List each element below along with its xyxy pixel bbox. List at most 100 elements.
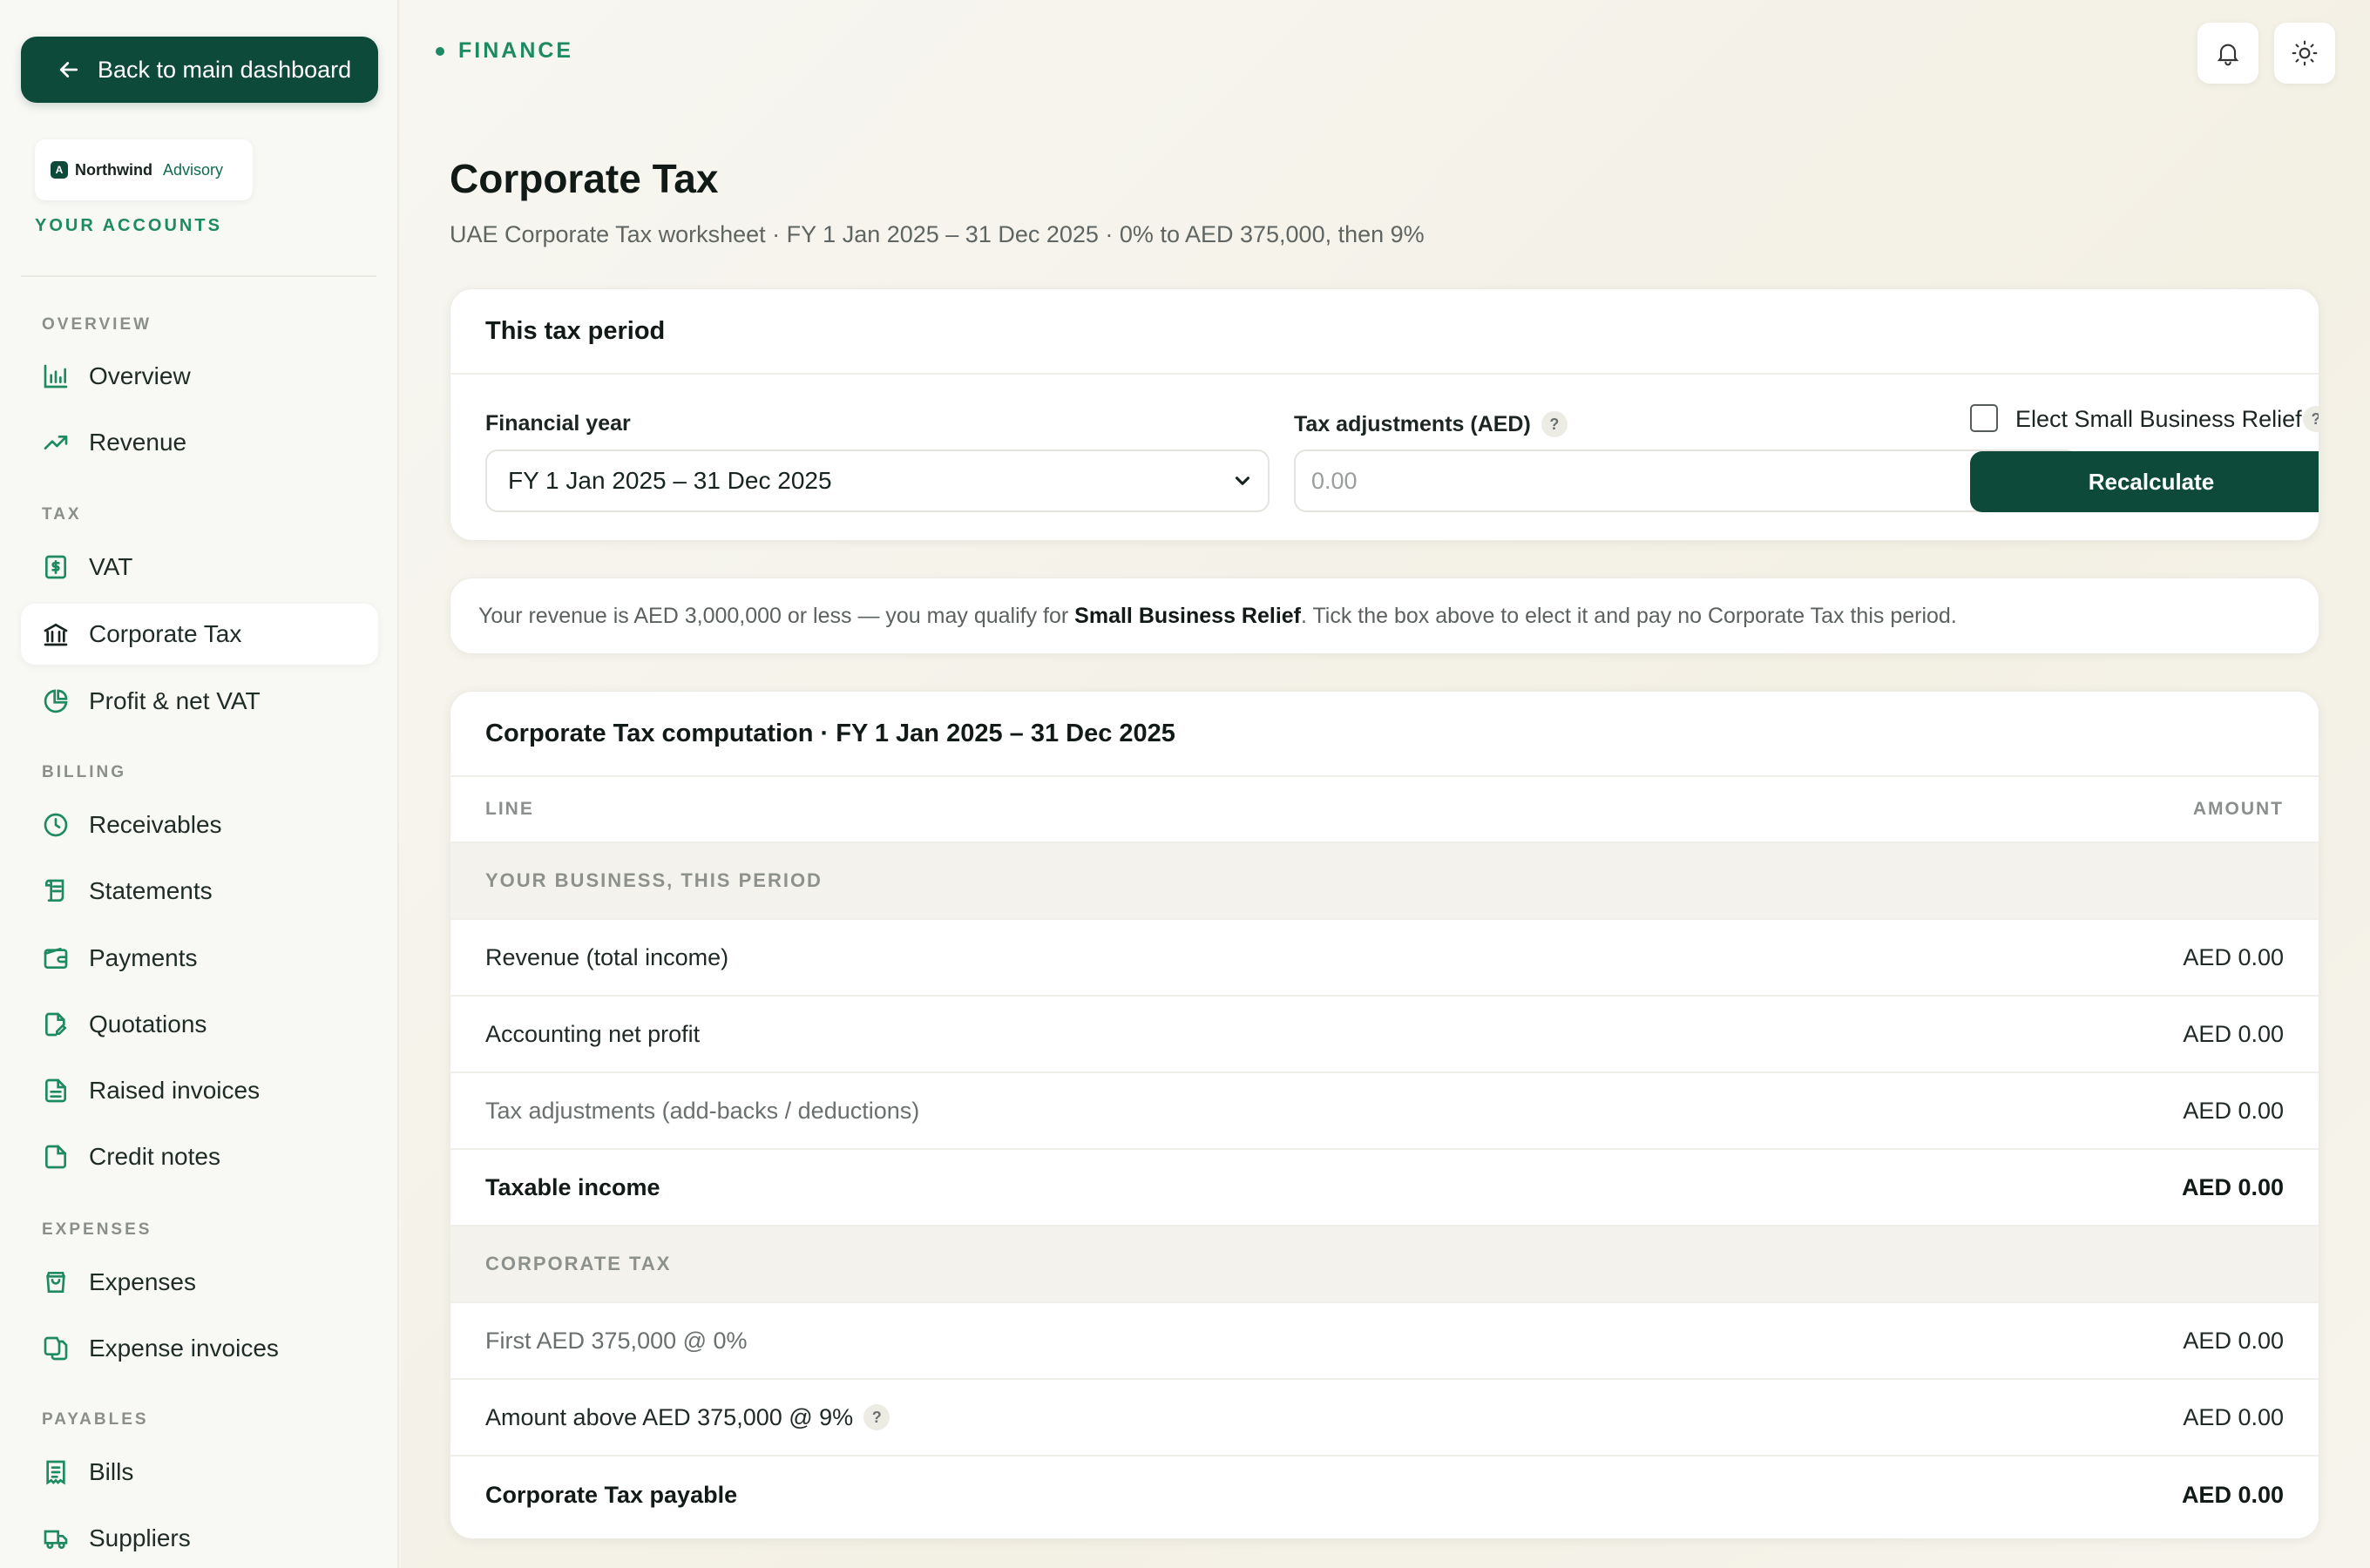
computation-card: Corporate Tax computation · FY 1 Jan 202… <box>450 691 2319 1539</box>
breadcrumb: FINANCE <box>436 38 573 64</box>
tax-adjustments-label: Tax adjustments (AED) ? <box>1294 411 1568 437</box>
breadcrumb-label: FINANCE <box>458 38 574 63</box>
file-edit-icon <box>45 1012 67 1037</box>
section-overview: OVERVIEW <box>42 315 152 334</box>
arrow-left-icon <box>59 62 78 78</box>
recalculate-button[interactable]: Recalculate <box>1970 451 2319 512</box>
sidebar-item-label: Suppliers <box>89 1524 191 1551</box>
receipt-dollar-icon <box>45 555 66 579</box>
file-text-icon <box>45 1078 66 1103</box>
notifications-button[interactable] <box>2197 23 2258 84</box>
sidebar-item-vat[interactable]: VAT <box>21 537 378 598</box>
row-amount: AED 0.00 <box>2181 1481 2284 1508</box>
bell-icon <box>2217 44 2239 66</box>
sidebar-item-label: Overview <box>89 362 191 389</box>
sidebar-item-label: Expenses <box>89 1268 196 1295</box>
breadcrumb-dot-icon <box>436 46 444 56</box>
financial-year-select[interactable]: FY 1 Jan 2025 – 31 Dec 2025 <box>485 449 1270 512</box>
back-to-dashboard-button[interactable]: Back to main dashboard <box>21 37 378 103</box>
table-row: Revenue (total income) AED 0.00 <box>450 920 2319 997</box>
back-label: Back to main dashboard <box>98 56 352 83</box>
brand-mark-icon: A <box>51 161 68 179</box>
table-row: First AED 375,000 @ 0% AED 0.00 <box>450 1303 2319 1380</box>
sidebar-item-expense-invoices[interactable]: Expense invoices <box>21 1318 378 1379</box>
column-line: LINE <box>485 799 534 819</box>
sidebar-item-revenue[interactable]: Revenue <box>21 412 378 473</box>
section-label: CORPORATE TAX <box>485 1253 672 1274</box>
sidebar-item-expenses[interactable]: Expenses <box>21 1252 378 1313</box>
financial-year-label: Financial year <box>485 411 631 436</box>
tax-period-card: This tax period Financial year FY 1 Jan … <box>450 288 2319 541</box>
table-row-total: Corporate Tax payable AED 0.00 <box>450 1456 2319 1533</box>
sidebar-item-label: Raised invoices <box>89 1077 261 1104</box>
brand-logo[interactable]: A Northwind Advisory <box>35 139 253 200</box>
table-row-total: Taxable income AED 0.00 <box>450 1150 2319 1227</box>
brand-name: Northwind <box>75 160 152 179</box>
section-billing: BILLING <box>42 763 126 781</box>
receipt-icon <box>46 1460 65 1485</box>
page-title: Corporate Tax <box>450 156 719 201</box>
row-label: Amount above AED 375,000 @ 9% <box>485 1403 854 1430</box>
sidebar-item-label: Statements <box>89 877 213 904</box>
sidebar-item-label: Payments <box>89 944 198 971</box>
row-label: Accounting net profit <box>485 1020 701 1047</box>
sidebar-item-label: Revenue <box>89 429 187 456</box>
tax-adjustments-label-text: Tax adjustments (AED) <box>1294 411 1531 436</box>
table-row: Tax adjustments (add-backs / deductions)… <box>450 1073 2319 1150</box>
row-label-with-help: Amount above AED 375,000 @ 9% ? <box>485 1404 890 1431</box>
notice-text-bold: Small Business Relief <box>1074 603 1301 628</box>
sidebar-item-statements[interactable]: Statements <box>21 861 378 922</box>
table-header: LINE AMOUNT <box>450 777 2319 843</box>
sidebar-item-label: Credit notes <box>89 1143 220 1170</box>
section-row-corporate-tax: CORPORATE TAX <box>450 1227 2319 1303</box>
your-accounts-link[interactable]: YOUR ACCOUNTS <box>35 216 222 236</box>
help-icon[interactable]: ? <box>863 1404 890 1430</box>
shopping-bag-icon <box>46 1272 65 1293</box>
sidebar-item-overview[interactable]: Overview <box>21 346 378 407</box>
row-amount: AED 0.00 <box>2181 1173 2284 1200</box>
sidebar-item-label: Receivables <box>89 811 222 838</box>
tax-adjustments-input[interactable] <box>1294 449 2078 512</box>
row-amount: AED 0.00 <box>2183 1327 2284 1354</box>
sidebar-item-quotations[interactable]: Quotations <box>21 994 378 1055</box>
sidebar-item-credit-notes[interactable]: Credit notes <box>21 1126 378 1187</box>
section-label: YOUR BUSINESS, THIS PERIOD <box>485 869 823 891</box>
small-business-relief-label[interactable]: Elect Small Business Relief <box>2015 406 2302 433</box>
pie-chart-icon <box>44 689 68 713</box>
sidebar-item-label: Bills <box>89 1458 134 1485</box>
sbr-help-icon[interactable]: ? <box>2303 406 2319 432</box>
sidebar-item-label: Expense invoices <box>89 1335 279 1362</box>
section-expenses: EXPENSES <box>42 1220 152 1239</box>
sidebar-item-raised-invoices[interactable]: Raised invoices <box>21 1060 378 1121</box>
bar-chart-icon <box>44 364 68 389</box>
trending-up-icon <box>44 436 68 449</box>
table-row: Amount above AED 375,000 @ 9% ? AED 0.00 <box>450 1380 2319 1456</box>
notice-text-before: Your revenue is AED 3,000,000 or less — … <box>478 603 1075 628</box>
sidebar-item-receivables[interactable]: Receivables <box>21 794 378 855</box>
help-icon[interactable]: ? <box>1540 411 1568 437</box>
sidebar-item-payments[interactable]: Payments <box>21 928 378 989</box>
sidebar-item-corporate-tax[interactable]: Corporate Tax <box>21 604 378 665</box>
row-amount: AED 0.00 <box>2183 1020 2284 1047</box>
sidebar-item-profit-net-vat[interactable]: Profit & net VAT <box>21 671 378 732</box>
small-business-relief-checkbox[interactable] <box>1970 404 1998 432</box>
sidebar-item-label: Corporate Tax <box>89 620 242 647</box>
scroll-icon <box>45 879 64 902</box>
row-label: Taxable income <box>485 1173 660 1200</box>
small-business-relief-notice: Your revenue is AED 3,000,000 or less — … <box>450 578 2319 654</box>
sidebar-item-suppliers[interactable]: Suppliers <box>21 1508 378 1568</box>
theme-toggle-button[interactable] <box>2274 23 2335 84</box>
sidebar-item-label: VAT <box>89 553 133 580</box>
sidebar-item-bills[interactable]: Bills <box>21 1442 378 1503</box>
wallet-icon <box>44 948 68 969</box>
table-row: Accounting net profit AED 0.00 <box>450 997 2319 1073</box>
computation-title: Corporate Tax computation · FY 1 Jan 202… <box>450 692 2319 777</box>
files-icon <box>44 1336 68 1361</box>
column-amount: AMOUNT <box>2192 799 2284 819</box>
row-amount: AED 0.00 <box>2183 1403 2284 1430</box>
sun-icon <box>2292 40 2318 66</box>
row-amount: AED 0.00 <box>2183 1097 2284 1124</box>
row-label: Revenue (total income) <box>485 943 729 970</box>
sidebar-item-label: Profit & net VAT <box>89 687 261 714</box>
bank-icon <box>44 623 68 646</box>
